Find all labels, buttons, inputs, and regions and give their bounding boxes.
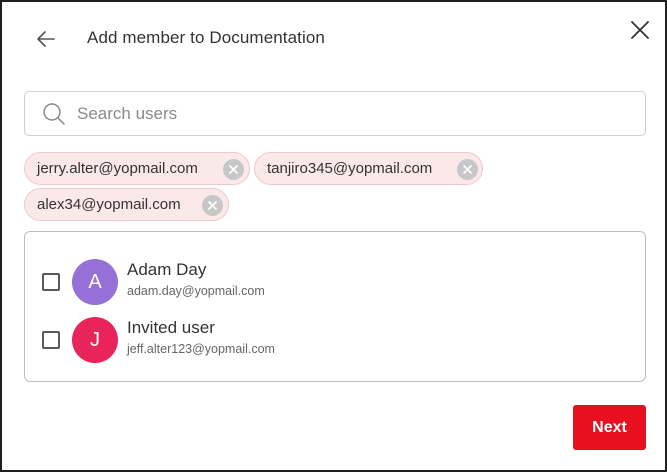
close-button[interactable] — [629, 19, 651, 41]
user-checkbox[interactable] — [42, 331, 60, 349]
chip-label: jerry.alter@yopmail.com — [37, 160, 198, 177]
user-row[interactable]: A Adam Day adam.day@yopmail.com — [25, 257, 645, 307]
chip-label: tanjiro345@yopmail.com — [267, 160, 433, 177]
arrow-left-icon — [37, 31, 55, 47]
search-box[interactable] — [24, 91, 646, 136]
search-input[interactable] — [77, 100, 627, 128]
user-row[interactable]: J Invited user jeff.alter123@yopmail.com — [25, 315, 645, 365]
close-icon — [463, 165, 472, 174]
user-checkbox[interactable] — [42, 273, 60, 291]
chip-remove-button[interactable] — [223, 159, 244, 180]
search-icon — [43, 103, 65, 125]
avatar: A — [72, 259, 118, 305]
add-member-dialog: Add member to Documentation jerry.alter@… — [0, 0, 667, 472]
selected-user-chip: tanjiro345@yopmail.com — [254, 152, 483, 185]
dialog-title: Add member to Documentation — [87, 28, 325, 47]
user-email: adam.day@yopmail.com — [127, 284, 265, 298]
chip-remove-button[interactable] — [202, 195, 223, 216]
user-list: A Adam Day adam.day@yopmail.com J Invite… — [24, 231, 646, 382]
next-button[interactable]: Next — [573, 405, 646, 450]
chip-remove-button[interactable] — [457, 159, 478, 180]
close-icon — [229, 165, 238, 174]
selected-user-chip: alex34@yopmail.com — [24, 188, 229, 221]
chip-label: alex34@yopmail.com — [37, 196, 181, 213]
user-name: Invited user — [127, 318, 215, 337]
user-name: Adam Day — [127, 260, 207, 279]
close-icon — [208, 201, 217, 210]
close-icon — [631, 21, 649, 39]
avatar: J — [72, 317, 118, 363]
user-email: jeff.alter123@yopmail.com — [127, 342, 275, 356]
back-button[interactable] — [34, 27, 58, 51]
selected-user-chip: jerry.alter@yopmail.com — [24, 152, 250, 185]
